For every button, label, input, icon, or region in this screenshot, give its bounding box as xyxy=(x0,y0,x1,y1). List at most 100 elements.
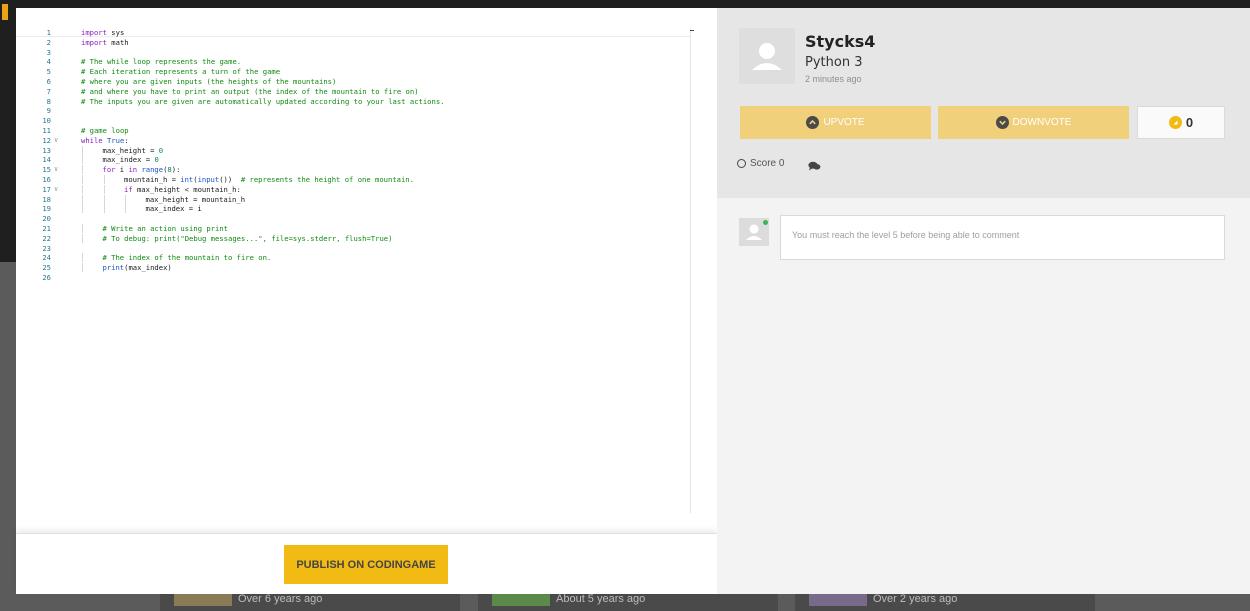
code-token: print xyxy=(102,263,125,273)
upvote-button[interactable]: UPVOTE xyxy=(740,106,931,139)
downvote-button[interactable]: DOWNVOTE xyxy=(938,106,1129,139)
chevron-down-icon xyxy=(995,116,1009,129)
code-line[interactable]: 19 max_index = i xyxy=(16,204,690,214)
code-text: # The index of the mountain to fire on. xyxy=(103,253,272,262)
author-username[interactable]: Stycks4 xyxy=(805,32,875,51)
code-token: import xyxy=(81,37,107,47)
code-line[interactable]: 15 ∨ for i in range(8): xyxy=(16,165,690,175)
indent-guide xyxy=(82,204,83,214)
line-number: 23 xyxy=(42,243,51,253)
code-token: in xyxy=(128,165,138,175)
line-number: 25 xyxy=(42,263,51,273)
code-line[interactable]: 21 # Write an action using print xyxy=(16,224,690,233)
code-text: max_height = 0 xyxy=(103,146,164,155)
line-number: 19 xyxy=(42,204,51,214)
code-line[interactable]: 17 ∨ if max_height < mountain_h: xyxy=(16,184,690,194)
fold-chevron-icon[interactable]: ∨ xyxy=(54,185,58,194)
code-line[interactable]: 23 xyxy=(16,244,690,253)
code-text: mountain_h = int(input()) # represents t… xyxy=(124,175,414,184)
downvote-label: DOWNVOTE xyxy=(1012,117,1072,128)
code-text: import math xyxy=(81,38,129,47)
code-line[interactable]: 8 # The inputs you are given are automati… xyxy=(16,97,690,106)
code-line[interactable]: 10 xyxy=(16,116,690,125)
chevron-up-icon xyxy=(806,116,820,129)
code-line[interactable]: 24 # The index of the mountain to fire on… xyxy=(16,253,690,263)
line-number: 22 xyxy=(42,233,51,243)
code-line[interactable]: 18 max_height = mountain_h xyxy=(16,194,690,204)
solution-sidebar: Stycks4 Python 3 2 minutes ago UPVOTE DO… xyxy=(717,8,1250,594)
code-line[interactable]: 13 max_height = 0 xyxy=(16,145,690,155)
code-line[interactable]: 14 max_index = 0 xyxy=(16,155,690,165)
fold-chevron-icon[interactable]: ∨ xyxy=(54,136,58,145)
code-text: # Write an action using print xyxy=(103,224,229,233)
indent-guide xyxy=(103,204,105,214)
code-token: import xyxy=(81,28,107,37)
code-text: import sys xyxy=(81,28,124,37)
indent-guide xyxy=(82,233,83,243)
code-line[interactable]: 22 # To debug: print("Debug messages...",… xyxy=(16,233,690,243)
code-line[interactable]: 4 # The while loop represents the game. xyxy=(16,57,690,66)
author-avatar[interactable] xyxy=(739,28,795,84)
indent-guide xyxy=(82,224,83,233)
indent-guide xyxy=(103,175,105,184)
code-line[interactable]: 9 xyxy=(16,106,690,115)
code-token: True xyxy=(106,135,125,145)
code-line[interactable]: 11 # game loop xyxy=(16,126,690,135)
code-token: mountain_h = xyxy=(124,175,181,184)
upvote-label: UPVOTE xyxy=(823,117,865,128)
publish-bar: PUBLISH ON CODINGAME xyxy=(16,533,717,594)
indent-guide xyxy=(82,175,83,184)
indent-guide xyxy=(82,184,83,194)
code-token: # To debug: print("Debug messages...", f… xyxy=(102,233,393,243)
code-line[interactable]: 16 mountain_h = int(input()) # represents… xyxy=(16,175,690,184)
code-token: if xyxy=(124,184,133,194)
code-token: : xyxy=(124,135,129,145)
editor-ruler xyxy=(690,28,691,513)
editor-scroll-marker xyxy=(690,30,694,31)
code-text: print(max_index) xyxy=(103,263,172,272)
score-label: Score 0 xyxy=(750,158,785,169)
code-token: # The while loop represents the game. xyxy=(81,57,242,67)
line-number: 10 xyxy=(42,116,51,126)
code-editor[interactable]: 1 import sys 2 import math 3 4 # The while loo… xyxy=(16,28,690,513)
code-line[interactable]: 25 print(max_index) xyxy=(16,263,690,273)
code-token: # represents the height of one mountain. xyxy=(240,175,414,184)
code-line[interactable]: 2 import math xyxy=(16,38,690,47)
comment-input[interactable]: You must reach the level 5 before being … xyxy=(780,215,1225,260)
comments-icon[interactable] xyxy=(808,161,821,171)
code-token: while xyxy=(81,135,103,145)
code-editor-pane: 1 import sys 2 import math 3 4 # The while loo… xyxy=(16,8,717,594)
indent-guide xyxy=(103,184,105,194)
background-card-time: Over 2 years ago xyxy=(873,592,958,605)
line-number: 5 xyxy=(46,67,51,77)
code-line[interactable]: 6 # where you are given inputs (the heigh… xyxy=(16,77,690,86)
code-text: # where you are given inputs (the height… xyxy=(81,77,336,86)
code-line[interactable]: 26 xyxy=(16,273,690,282)
line-number: 1 xyxy=(46,28,51,37)
indent-guide xyxy=(125,194,126,204)
code-token: i xyxy=(115,165,129,175)
code-token: math xyxy=(106,37,129,47)
solution-timestamp: 2 minutes ago xyxy=(805,74,862,84)
online-status-dot xyxy=(763,220,768,225)
line-number: 13 xyxy=(42,145,51,155)
code-text: # To debug: print("Debug messages...", f… xyxy=(103,234,393,243)
code-line[interactable]: 1 import sys xyxy=(16,28,690,37)
indent-guide xyxy=(82,253,83,263)
code-token: # Write an action using print xyxy=(102,224,229,233)
code-line[interactable]: 12 ∨ while True: xyxy=(16,136,690,145)
code-line[interactable]: 3 xyxy=(16,48,690,57)
line-number: 21 xyxy=(42,224,51,233)
code-text: # and where you have to print an output … xyxy=(81,87,419,96)
solution-header: Stycks4 Python 3 2 minutes ago UPVOTE DO… xyxy=(717,8,1250,198)
code-text: for i in range(8): xyxy=(103,165,181,174)
fold-chevron-icon[interactable]: ∨ xyxy=(54,165,58,174)
publish-button[interactable]: PUBLISH ON CODINGAME xyxy=(284,545,448,584)
code-line[interactable]: 5 # Each iteration represents a turn of t… xyxy=(16,67,690,76)
score-stat: Score 0 xyxy=(737,158,784,169)
code-line[interactable]: 20 xyxy=(16,214,690,223)
indent-guide xyxy=(103,194,105,204)
code-token: # The index of the mountain to fire on. xyxy=(102,253,272,263)
code-text: max_index = i xyxy=(146,204,202,213)
code-line[interactable]: 7 # and where you have to print an output… xyxy=(16,87,690,96)
